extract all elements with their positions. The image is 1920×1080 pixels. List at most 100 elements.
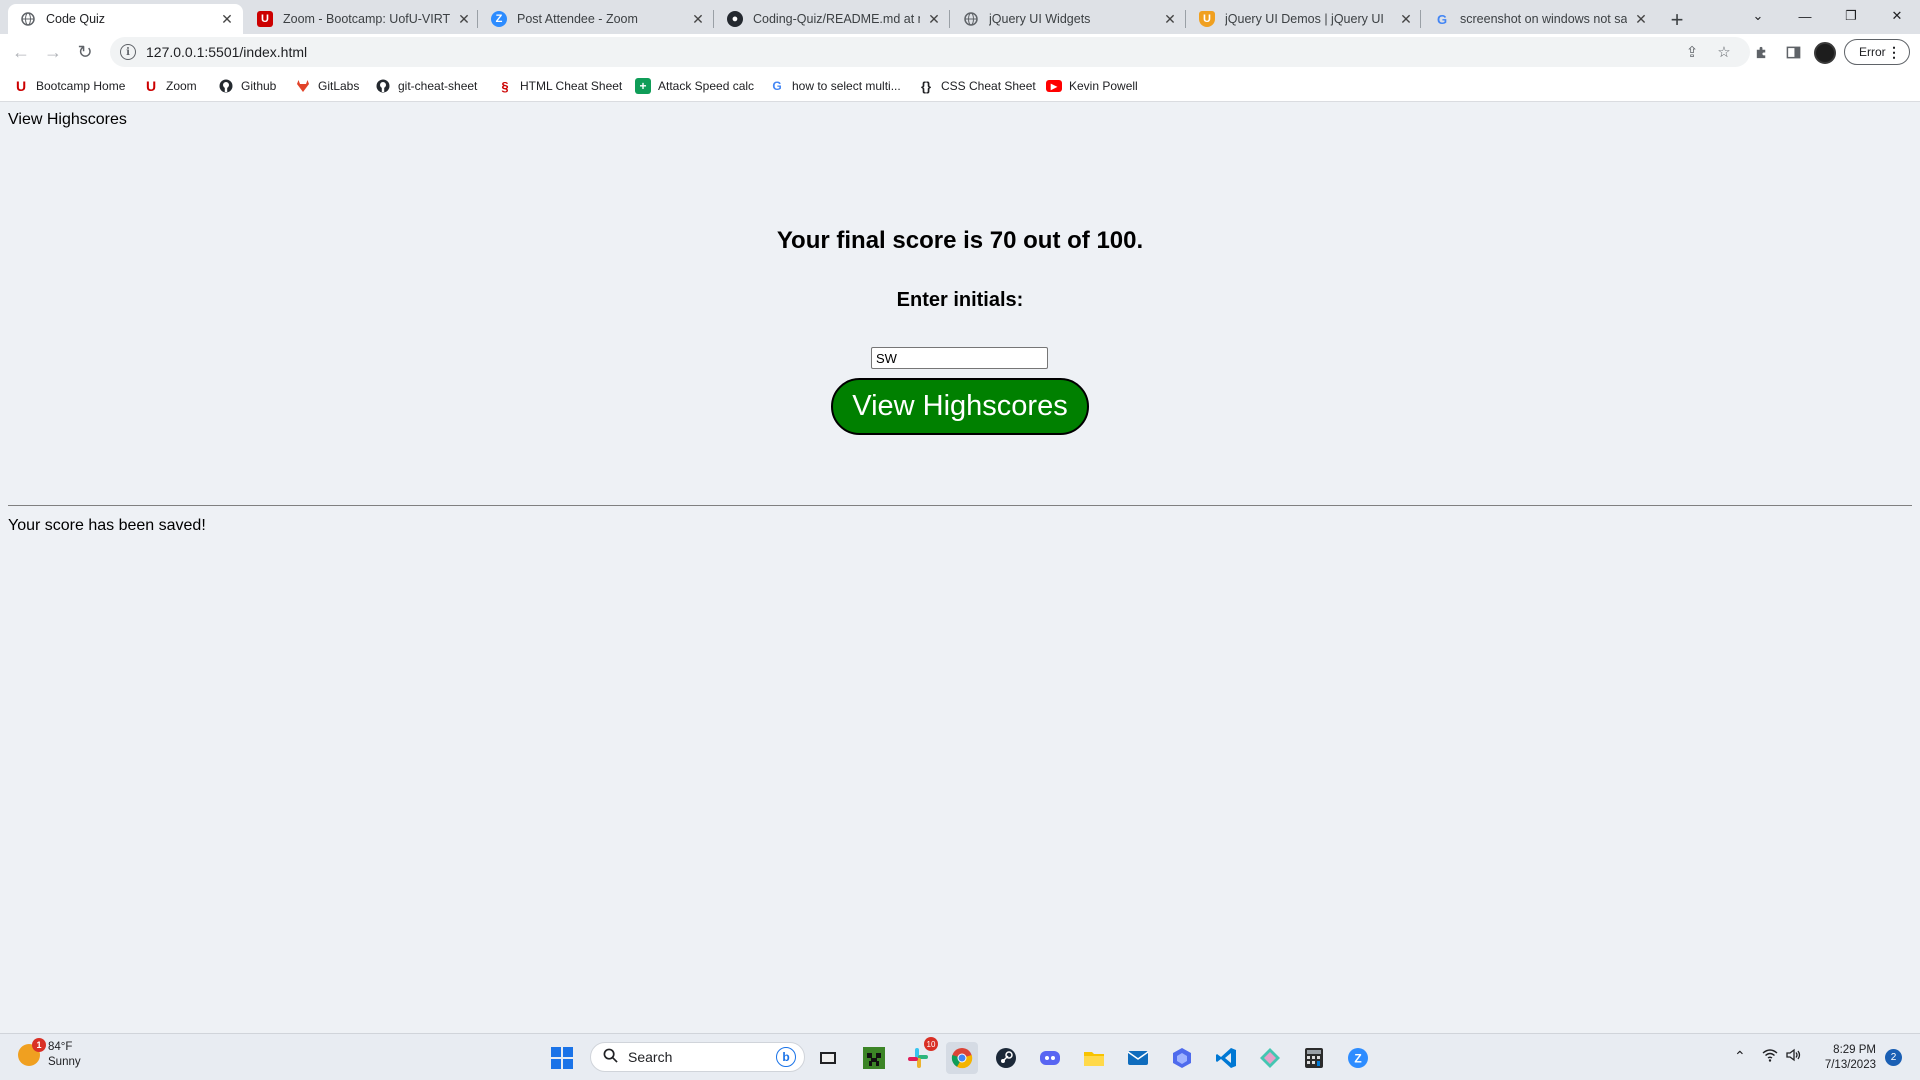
windows-taskbar: 1 84°F Sunny Search b 10 Z ⌃ 8:29 PM 7/1…	[0, 1033, 1920, 1080]
tab-separator	[1420, 10, 1421, 28]
bookmark-how-to-select-multi[interactable]: G how to select multi...	[769, 77, 901, 95]
search-icon	[603, 1048, 618, 1067]
bookmark-label: how to select multi...	[792, 79, 901, 93]
tab-code-quiz[interactable]: Code Quiz ✕	[8, 4, 243, 34]
bookmark-bootcamp-home[interactable]: U Bootcamp Home	[13, 77, 125, 95]
reload-icon[interactable]: ↻	[71, 38, 99, 66]
tab-title: Post Attendee - Zoom	[517, 12, 638, 26]
share-icon[interactable]: ⇪	[1678, 37, 1706, 67]
close-icon[interactable]: ✕	[1162, 11, 1178, 27]
tab-post-attendee[interactable]: Z Post Attendee - Zoom ✕	[479, 4, 714, 34]
tab-separator	[1185, 10, 1186, 28]
bookmark-gitlabs[interactable]: GitLabs	[295, 77, 359, 95]
bookmark-css-cheat-sheet[interactable]: {} CSS Cheat Sheet	[918, 77, 1036, 95]
weather-temp: 84°F	[48, 1041, 73, 1053]
utah-u-icon: U	[15, 78, 27, 94]
github-icon: ●	[727, 11, 743, 27]
url-text: 127.0.0.1:5501/index.html	[146, 44, 308, 60]
close-icon[interactable]: ✕	[926, 11, 942, 27]
back-arrow-icon[interactable]: ←	[7, 38, 35, 66]
weather-widget[interactable]: 1 84°F Sunny	[18, 1038, 81, 1070]
slack-badge: 10	[924, 1037, 938, 1051]
bing-icon[interactable]: b	[776, 1047, 796, 1067]
new-tab-button[interactable]: +	[1663, 6, 1691, 34]
tab-title: Code Quiz	[46, 12, 106, 26]
bookmark-star-icon[interactable]: ☆	[1710, 37, 1738, 67]
tab-screenshot-search[interactable]: G screenshot on windows not savi ✕	[1422, 4, 1657, 34]
tab-coding-quiz-readme[interactable]: ● Coding-Quiz/README.md at ma ✕	[715, 4, 950, 34]
close-window-button[interactable]: ✕	[1874, 0, 1920, 32]
close-icon[interactable]: ✕	[1398, 11, 1414, 27]
calculator-icon[interactable]	[1298, 1042, 1330, 1074]
minecraft-icon[interactable]	[858, 1042, 890, 1074]
close-icon[interactable]: ✕	[219, 11, 235, 27]
error-label: Error	[1859, 45, 1886, 59]
gitkraken-icon[interactable]	[1254, 1042, 1286, 1074]
file-explorer-icon[interactable]	[1078, 1042, 1110, 1074]
clock-date: 7/13/2023	[1824, 1059, 1876, 1071]
page-content: View Highscores Your final score is 70 o…	[0, 103, 1920, 1033]
mail-icon[interactable]	[1122, 1042, 1154, 1074]
tab-jquery-ui-demos[interactable]: U jQuery UI Demos | jQuery UI ✕	[1187, 4, 1422, 34]
braces-icon: {}	[920, 78, 932, 94]
zoom-app-icon[interactable]: Z	[1342, 1042, 1374, 1074]
bookmark-git-cheat-sheet[interactable]: git-cheat-sheet	[375, 77, 477, 95]
final-score-heading: Your final score is 70 out of 100.	[776, 227, 1144, 254]
minimize-button[interactable]: —	[1782, 0, 1828, 32]
bookmark-label: Zoom	[166, 79, 197, 93]
github-icon	[375, 78, 391, 94]
view-highscores-button[interactable]: View Highscores	[831, 378, 1089, 435]
initials-input[interactable]	[871, 347, 1048, 369]
close-icon[interactable]: ✕	[690, 11, 706, 27]
tab-jquery-ui-widgets[interactable]: jQuery UI Widgets ✕	[951, 4, 1186, 34]
profile-avatar[interactable]	[1814, 42, 1836, 64]
tab-separator	[949, 10, 950, 28]
close-icon[interactable]: ✕	[1633, 11, 1649, 27]
slack-icon[interactable]: 10	[902, 1037, 938, 1074]
gitlab-icon	[295, 78, 311, 94]
search-placeholder: Search	[628, 1049, 673, 1065]
tab-title: Coding-Quiz/README.md at ma	[753, 12, 920, 26]
kebab-menu-icon[interactable]: ⋮	[1887, 44, 1901, 61]
wifi-icon[interactable]	[1762, 1048, 1778, 1065]
discord-icon[interactable]	[1034, 1042, 1066, 1074]
tab-zoom-bootcamp[interactable]: U Zoom - Bootcamp: UofU-VIRT-F ✕	[245, 4, 480, 34]
sun-icon: 1	[18, 1038, 46, 1066]
close-icon[interactable]: ✕	[456, 11, 472, 27]
utah-u-icon: U	[257, 11, 273, 27]
bookmark-github[interactable]: Github	[218, 77, 276, 95]
volume-icon[interactable]	[1786, 1048, 1802, 1065]
forward-arrow-icon[interactable]: →	[39, 38, 67, 66]
clock-time: 8:29 PM	[1833, 1044, 1876, 1056]
globe-icon	[963, 11, 979, 27]
site-info-icon[interactable]: i	[120, 44, 136, 60]
chevron-up-icon[interactable]: ⌃	[1734, 1048, 1746, 1065]
tab-search-chevron-icon[interactable]: ⌄	[1735, 0, 1781, 32]
notification-badge[interactable]: 2	[1885, 1049, 1902, 1066]
copilot-icon[interactable]	[1166, 1042, 1198, 1074]
google-icon: G	[1436, 11, 1448, 27]
bookmark-kevin-powell[interactable]: ▶ Kevin Powell	[1046, 77, 1138, 95]
chrome-icon[interactable]	[946, 1042, 978, 1074]
address-bar[interactable]: i 127.0.0.1:5501/index.html ⇪ ☆	[110, 37, 1750, 67]
bookmark-html-cheat-sheet[interactable]: § HTML Cheat Sheet	[497, 77, 622, 95]
restore-button[interactable]: ❐	[1828, 0, 1874, 32]
steam-icon[interactable]	[990, 1042, 1022, 1074]
utah-u-icon: U	[145, 78, 157, 94]
bookmark-label: git-cheat-sheet	[398, 79, 478, 93]
windows-start-icon[interactable]	[546, 1042, 578, 1074]
github-icon	[218, 78, 234, 94]
taskbar-search[interactable]: Search b	[590, 1042, 805, 1072]
task-view-icon[interactable]	[812, 1042, 844, 1074]
view-highscores-link[interactable]: View Highscores	[8, 111, 127, 129]
bookmark-zoom[interactable]: U Zoom	[143, 77, 197, 95]
system-clock[interactable]: 8:29 PM 7/13/2023	[1816, 1043, 1876, 1073]
profile-error-button[interactable]: Error ⋮	[1844, 39, 1910, 65]
svg-text:Z: Z	[1354, 1052, 1361, 1066]
side-panel-icon[interactable]	[1779, 38, 1807, 66]
vscode-icon[interactable]	[1210, 1042, 1242, 1074]
browser-toolbar: ← → ↻ i 127.0.0.1:5501/index.html ⇪ ☆ Er…	[0, 34, 1920, 70]
extensions-puzzle-icon[interactable]	[1747, 38, 1775, 66]
sheets-icon: +	[635, 78, 651, 94]
bookmark-attack-speed-calc[interactable]: + Attack Speed calc	[635, 77, 754, 95]
